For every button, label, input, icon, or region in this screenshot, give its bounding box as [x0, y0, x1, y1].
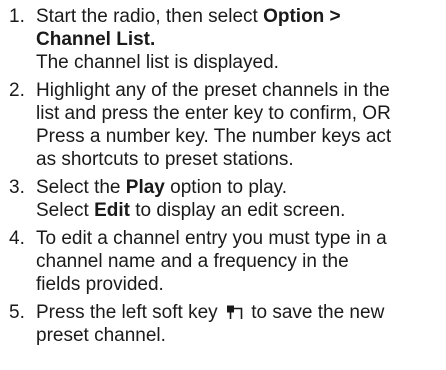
- option-name-edit: Edit: [94, 200, 130, 221]
- step-text-line: preset channel.: [36, 325, 166, 346]
- step-text: to save the new: [245, 302, 385, 323]
- step-text-line: To edit a channel entry you must type in…: [36, 228, 387, 249]
- step-number: 4.: [9, 228, 25, 249]
- step-number: 1.: [9, 6, 25, 27]
- step-text-line: Select the Play option to play.: [36, 176, 440, 199]
- step-result-text: The channel list is displayed.: [36, 52, 279, 73]
- step-text-line: fields provided.: [36, 274, 164, 295]
- instruction-page: 1. Start the radio, then select Option >…: [0, 0, 446, 370]
- step-text-line: as shortcuts to preset stations.: [36, 149, 294, 170]
- step-text: option to play.: [164, 177, 288, 198]
- step-3: 3. Select the Play option to play. Selec…: [9, 176, 440, 222]
- step-text: Select: [36, 200, 95, 221]
- step-text: to display an edit screen.: [129, 200, 346, 221]
- step-text: Start the radio, then select: [36, 6, 264, 27]
- step-5: 5. Press the left soft key to save the n…: [9, 301, 440, 347]
- step-number: 3.: [9, 177, 25, 198]
- left-soft-key-icon: [225, 303, 244, 321]
- step-4: 4. To edit a channel entry you must type…: [9, 227, 440, 296]
- step-text-line: Highlight any of the preset channels in …: [36, 80, 390, 101]
- step-text-line: Press a number key. The number keys act: [36, 126, 392, 147]
- option-name-play: Play: [125, 177, 165, 198]
- menu-path-text: Channel List.: [36, 29, 156, 50]
- step-number: 5.: [9, 302, 25, 323]
- steps-list: 1. Start the radio, then select Option >…: [9, 5, 440, 347]
- step-2: 2. Highlight any of the preset channels …: [9, 79, 440, 171]
- step-text-line: Start the radio, then select Option >: [36, 5, 440, 28]
- step-text-line: Select Edit to display an edit screen.: [36, 199, 440, 222]
- step-text: Press the left soft key: [36, 302, 223, 323]
- menu-path-text: Option >: [263, 6, 341, 27]
- step-1: 1. Start the radio, then select Option >…: [9, 5, 440, 74]
- step-text-line: Press the left soft key to save the new: [36, 301, 440, 324]
- step-text-line: list and press the enter key to confirm,…: [36, 103, 391, 124]
- step-number: 2.: [9, 80, 25, 101]
- step-text-line: channel name and a frequency in the: [36, 251, 349, 272]
- step-text: Select the: [36, 177, 126, 198]
